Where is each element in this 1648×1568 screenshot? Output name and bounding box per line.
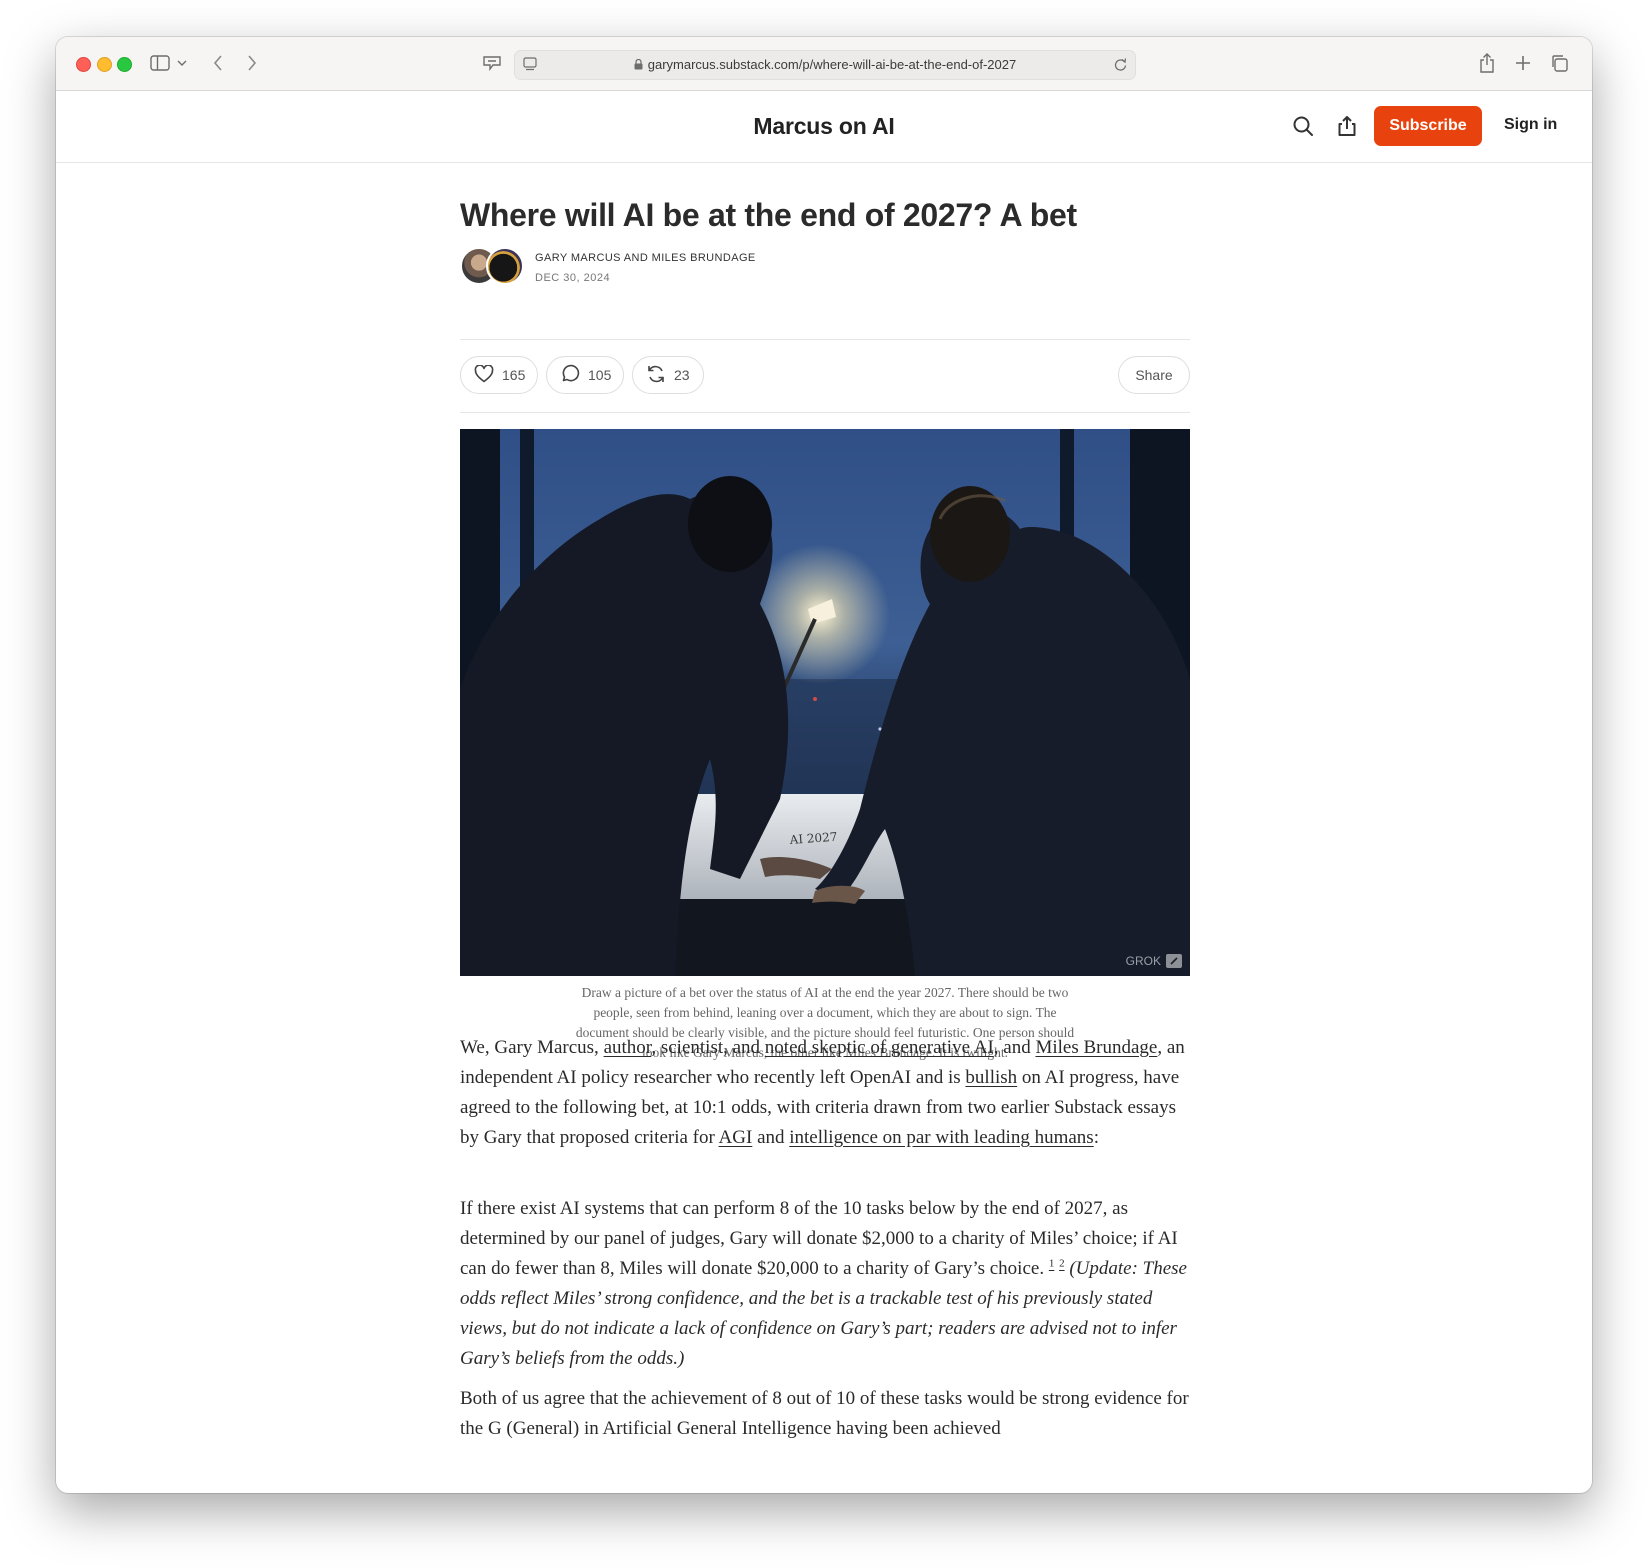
like-count: 165: [502, 367, 526, 383]
restack-count: 23: [674, 367, 690, 383]
subscribe-button[interactable]: Subscribe: [1374, 106, 1482, 146]
restack-button[interactable]: 23: [632, 356, 704, 394]
text-run: We, Gary Marcus,: [460, 1037, 604, 1058]
hero-illustration: AI 2027: [460, 429, 1190, 976]
back-icon[interactable]: [208, 51, 228, 75]
text-run: , scientist, and: [651, 1037, 765, 1058]
tab-overview-icon[interactable]: [1548, 51, 1570, 75]
divider: [460, 339, 1190, 340]
restack-icon: [646, 364, 666, 387]
privacy-report-icon[interactable]: [480, 51, 504, 75]
share-icon[interactable]: [1476, 51, 1498, 75]
footnote-2-link[interactable]: 2: [1059, 1258, 1065, 1270]
comment-icon: [560, 364, 580, 387]
text-run: :: [1093, 1127, 1099, 1148]
new-tab-icon[interactable]: [1512, 51, 1534, 75]
browser-toolbar: garymarcus.substack.com/p/where-will-ai-…: [56, 37, 1592, 91]
paragraph-intro: We, Gary Marcus, author, scientist, and …: [460, 1033, 1190, 1153]
search-icon[interactable]: [1292, 115, 1316, 139]
comment-count: 105: [588, 367, 612, 383]
share-icon[interactable]: [1336, 115, 1360, 139]
paragraph-agreement: Both of us agree that the achievement of…: [460, 1388, 1189, 1439]
sidebar-toggle-icon[interactable]: [148, 51, 172, 75]
forward-icon[interactable]: [242, 51, 262, 75]
link-author[interactable]: author: [604, 1037, 652, 1058]
reload-icon[interactable]: [1111, 55, 1129, 73]
text-run: and: [752, 1127, 790, 1148]
chevron-down-icon[interactable]: [176, 51, 188, 75]
heart-icon: [474, 363, 494, 386]
link-miles-brundage[interactable]: Miles Brundage: [1035, 1037, 1157, 1058]
divider: [460, 412, 1190, 413]
post-authors[interactable]: GARY MARCUS AND MILES BRUNDAGE: [535, 252, 756, 264]
hero-image[interactable]: AI 2027 GROK: [460, 429, 1190, 976]
link-intelligence-on-par[interactable]: intelligence on par with leading humans: [789, 1127, 1093, 1148]
text-run: , and: [993, 1037, 1036, 1058]
post-date: DEC 30, 2024: [535, 272, 611, 284]
close-window-button[interactable]: [76, 57, 91, 72]
image-source-badge: GROK: [1126, 954, 1182, 968]
avatar[interactable]: [486, 247, 524, 285]
address-bar[interactable]: garymarcus.substack.com/p/where-will-ai-…: [514, 50, 1136, 80]
footnote-1-link[interactable]: 1: [1049, 1258, 1055, 1270]
sign-in-link[interactable]: Sign in: [1504, 116, 1557, 134]
url-value: garymarcus.substack.com/p/where-will-ai-…: [647, 57, 1017, 72]
grok-label: GROK: [1125, 954, 1161, 968]
zoom-window-button[interactable]: [117, 57, 132, 72]
minimize-window-button[interactable]: [97, 57, 112, 72]
link-agi[interactable]: AGI: [719, 1127, 753, 1148]
edit-icon[interactable]: [1166, 954, 1182, 968]
post-title: Where will AI be at the end of 2027? A b…: [460, 197, 1077, 233]
link-noted-skeptic[interactable]: noted skeptic of generative AI: [765, 1037, 994, 1058]
url-text: garymarcus.substack.com/p/where-will-ai-…: [515, 57, 1135, 73]
publication-title[interactable]: Marcus on AI: [56, 113, 1592, 140]
share-button[interactable]: Share: [1118, 356, 1190, 394]
browser-window: garymarcus.substack.com/p/where-will-ai-…: [56, 37, 1592, 1493]
paragraph-terms: If there exist AI systems that can perfo…: [460, 1194, 1190, 1374]
lock-icon: [634, 58, 643, 73]
link-bullish[interactable]: bullish: [965, 1067, 1017, 1088]
like-button[interactable]: 165: [460, 356, 538, 394]
site-header: Marcus on AI Subscribe Sign in: [56, 91, 1592, 163]
comment-button[interactable]: 105: [546, 356, 624, 394]
